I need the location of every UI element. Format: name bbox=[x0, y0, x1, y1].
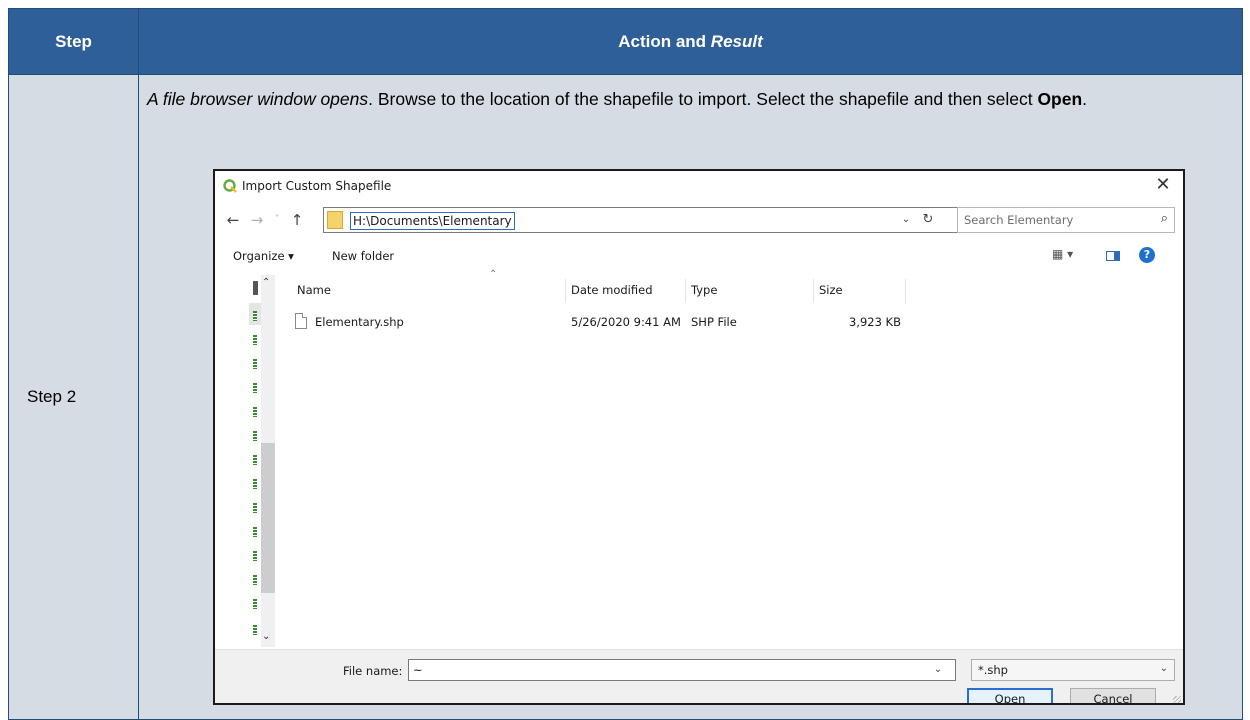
file-name-dropdown-chevron-icon[interactable]: ⌄ bbox=[928, 660, 948, 680]
column-header-date-modified[interactable]: Date modified bbox=[571, 275, 653, 305]
tree-node-icon[interactable] bbox=[253, 575, 257, 585]
tree-node-icon[interactable] bbox=[253, 551, 257, 561]
address-path[interactable]: H:\Documents\Elementary bbox=[350, 212, 515, 230]
instruction-text: A file browser window opens. Browse to t… bbox=[139, 75, 1242, 113]
file-type-chevron-icon: ⌄ bbox=[1159, 663, 1168, 674]
dialog-title: Import Custom Shapefile bbox=[242, 179, 392, 193]
new-folder-button[interactable]: New folder bbox=[332, 249, 394, 263]
tree-node-icon[interactable] bbox=[253, 625, 257, 635]
back-arrow-icon[interactable]: ← bbox=[223, 209, 243, 231]
search-icon[interactable]: ⌕ bbox=[1161, 211, 1168, 226]
dialog-footer: File name: ~ ⌄ *.shp ⌄ Open Cancel bbox=[215, 649, 1183, 703]
document-page: Step Action and Result Step 2 A file bro… bbox=[0, 0, 1250, 720]
scroll-up-icon[interactable]: ⌃ bbox=[262, 277, 270, 288]
column-header-type[interactable]: Type bbox=[691, 275, 717, 305]
folder-icon bbox=[327, 211, 343, 229]
file-type-select[interactable]: *.shp ⌄ bbox=[971, 659, 1175, 681]
tree-node-icon[interactable] bbox=[253, 311, 257, 321]
file-icon bbox=[295, 313, 307, 329]
instruction-bold: Open bbox=[1037, 89, 1083, 109]
file-type-value: *.shp bbox=[978, 663, 1008, 677]
column-divider[interactable] bbox=[565, 279, 566, 303]
drive-icon[interactable] bbox=[253, 281, 258, 295]
forward-arrow-icon[interactable]: → bbox=[247, 209, 267, 231]
dialog-titlebar: Import Custom Shapefile ✕ bbox=[215, 171, 1183, 201]
up-arrow-icon[interactable]: ↑ bbox=[287, 209, 307, 231]
column-divider[interactable] bbox=[813, 279, 814, 303]
step-cell: Step 2 bbox=[8, 74, 139, 720]
file-name-value[interactable]: ~ bbox=[413, 663, 423, 677]
file-name-field[interactable]: ~ bbox=[408, 659, 956, 681]
open-button[interactable]: Open bbox=[967, 688, 1053, 703]
file-dialog: Import Custom Shapefile ✕ ← → ˅ ↑ H:\Doc… bbox=[213, 169, 1185, 705]
file-size: 3,923 KB bbox=[848, 315, 901, 329]
nav-scrollbar-thumb[interactable] bbox=[261, 443, 275, 593]
header-action-text: Action and bbox=[618, 31, 711, 51]
header-step: Step bbox=[8, 8, 139, 75]
tree-node-icon[interactable] bbox=[253, 527, 257, 537]
search-box[interactable]: ⌕ bbox=[957, 207, 1175, 233]
column-header-size[interactable]: Size bbox=[819, 275, 843, 305]
tree-node-icon[interactable] bbox=[253, 407, 257, 417]
change-view-icon[interactable]: ▦ ▾ bbox=[1052, 247, 1073, 261]
recent-locations-chevron-icon[interactable]: ˅ bbox=[267, 209, 287, 231]
navigation-pane[interactable]: ⌃ ⌄ bbox=[249, 275, 275, 647]
tree-node-icon[interactable] bbox=[253, 599, 257, 609]
step-label: Step 2 bbox=[27, 387, 77, 406]
preview-pane-icon[interactable] bbox=[1106, 251, 1120, 261]
address-dropdown-chevron-icon[interactable]: ⌄ bbox=[899, 209, 913, 231]
tree-node-icon[interactable] bbox=[253, 431, 257, 441]
navigation-bar: ← → ˅ ↑ H:\Documents\Elementary ⌄ ↻ ⌕ bbox=[215, 207, 1183, 235]
scroll-down-icon[interactable]: ⌄ bbox=[262, 631, 270, 642]
instruction-end: . bbox=[1082, 89, 1088, 109]
column-divider[interactable] bbox=[685, 279, 686, 303]
header-action-result: Action and Result bbox=[138, 8, 1243, 75]
table-header-row: Step Action and Result bbox=[8, 8, 1243, 75]
qgis-logo-icon bbox=[223, 179, 237, 193]
tree-node-icon[interactable] bbox=[253, 335, 257, 345]
instruction-italic: A file browser window opens bbox=[147, 89, 369, 109]
instruction-mid: . Browse to the location of the shapefil… bbox=[368, 89, 1038, 109]
tree-node-icon[interactable] bbox=[253, 503, 257, 513]
column-divider[interactable] bbox=[905, 279, 906, 303]
file-name-label: File name: bbox=[343, 664, 403, 678]
tree-node-icon[interactable] bbox=[253, 383, 257, 393]
organize-menu[interactable]: Organize ▾ bbox=[233, 249, 294, 263]
file-type: SHP File bbox=[691, 315, 737, 329]
file-list[interactable]: ⌃ Name Date modified Type Size Elementar… bbox=[291, 269, 1171, 647]
tree-node-icon[interactable] bbox=[253, 455, 257, 465]
refresh-icon[interactable]: ↻ bbox=[919, 209, 937, 231]
tree-node-icon[interactable] bbox=[253, 479, 257, 489]
sort-ascending-icon: ⌃ bbox=[489, 269, 498, 280]
resize-grip-icon[interactable] bbox=[1173, 696, 1181, 703]
list-item[interactable]: Elementary.shp 5/26/2020 9:41 AM SHP Fil… bbox=[291, 312, 931, 332]
file-date: 5/26/2020 9:41 AM bbox=[571, 315, 681, 329]
column-header-name[interactable]: Name bbox=[297, 275, 331, 305]
help-icon[interactable]: ? bbox=[1139, 247, 1155, 263]
header-result-text: Result bbox=[710, 31, 763, 51]
search-input[interactable] bbox=[964, 212, 1134, 228]
dialog-toolbar: Organize ▾ New folder ▦ ▾ ? bbox=[215, 241, 1183, 269]
cancel-button[interactable]: Cancel bbox=[1070, 688, 1156, 703]
file-name[interactable]: Elementary.shp bbox=[315, 315, 404, 329]
tree-node-icon[interactable] bbox=[253, 359, 257, 369]
close-icon[interactable]: ✕ bbox=[1151, 173, 1175, 197]
